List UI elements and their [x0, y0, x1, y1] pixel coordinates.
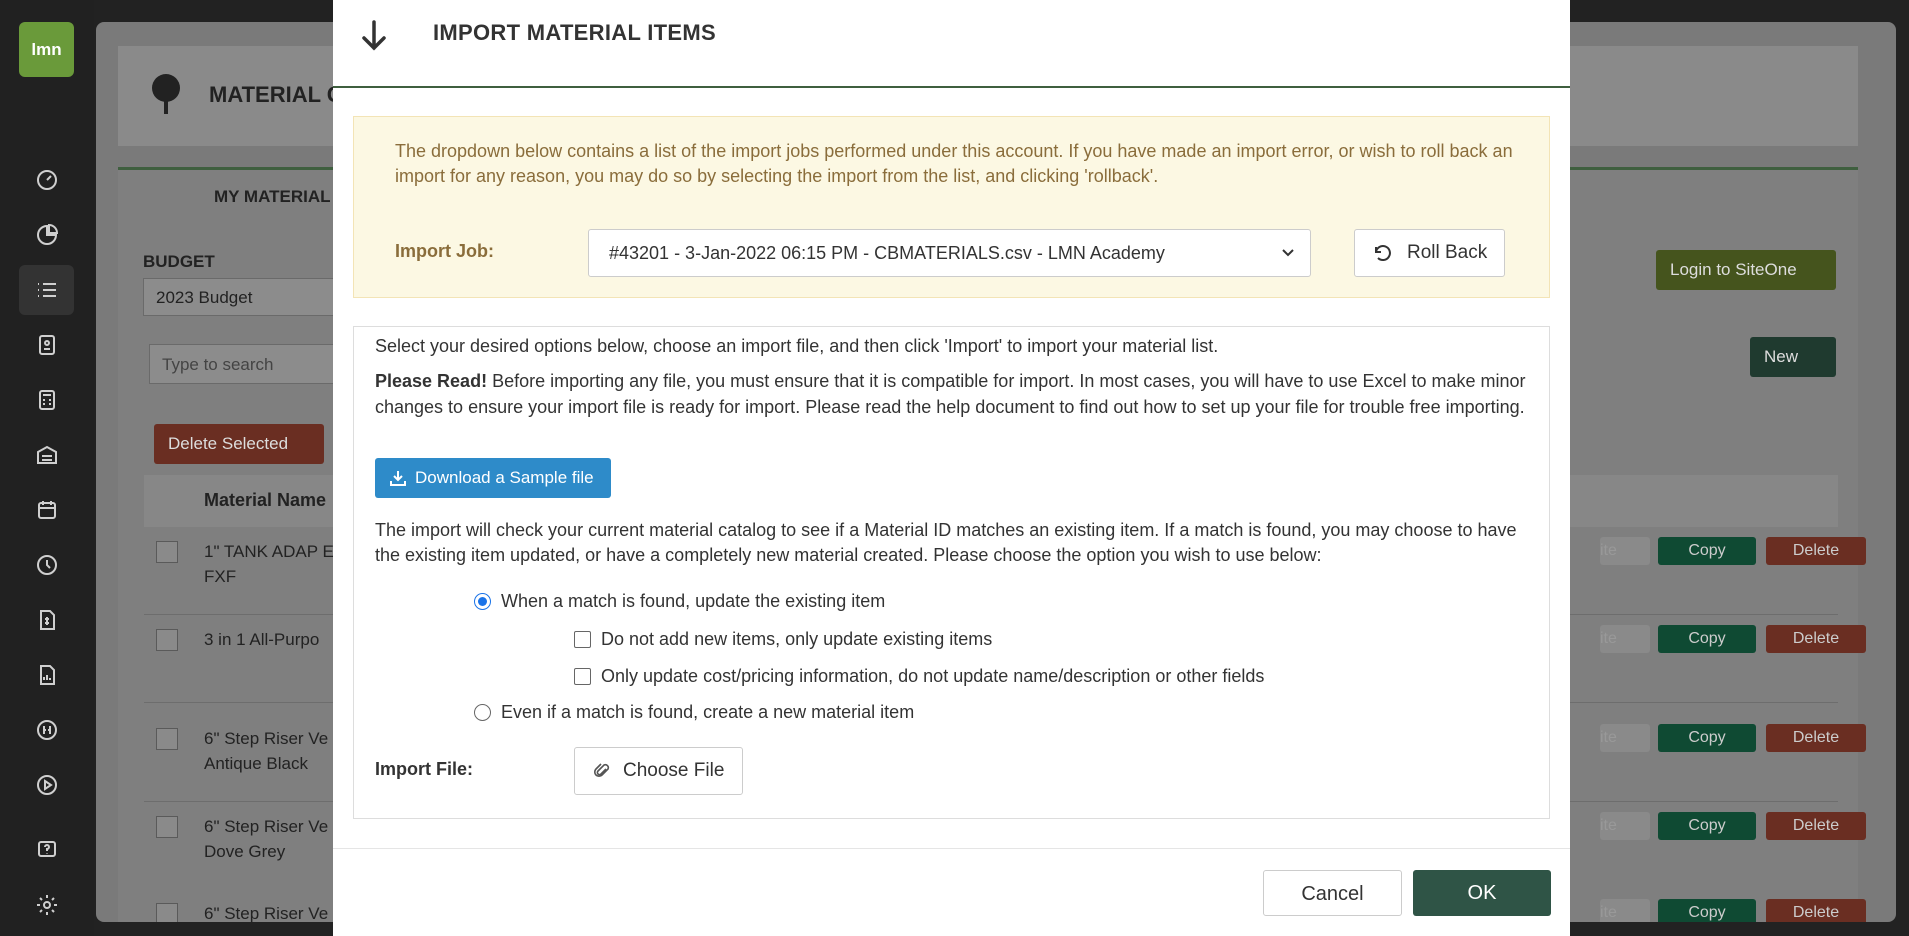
- download-sample-label: Download a Sample file: [415, 468, 594, 487]
- copy-button[interactable]: Copy: [1658, 899, 1756, 922]
- import-intro-text: Select your desired options below, choos…: [375, 336, 1219, 356]
- no-new-items-checkbox[interactable]: [574, 631, 591, 648]
- material-name: 6" Step Riser Ve Antique Black: [204, 729, 329, 773]
- cancel-button[interactable]: Cancel: [1263, 870, 1402, 916]
- option-cost-only-label: Only update cost/pricing information, do…: [601, 666, 1265, 686]
- invoice-icon[interactable]: [19, 595, 74, 645]
- column-material-name[interactable]: Material Name: [204, 490, 326, 511]
- option-no-new-items[interactable]: Do not add new items, only update existi…: [574, 629, 992, 650]
- copy-button[interactable]: Copy: [1658, 812, 1756, 840]
- help-icon[interactable]: [19, 825, 74, 875]
- row-checkbox[interactable]: [156, 728, 178, 750]
- import-options-panel: Select your desired options below, choos…: [353, 326, 1550, 819]
- option-create-new-label: Even if a match is found, create a new m…: [501, 702, 915, 722]
- rollback-panel: The dropdown below contains a list of th…: [353, 116, 1550, 298]
- please-read-body: Before importing any file, you must ensu…: [375, 371, 1526, 417]
- edit-button[interactable]: ite: [1600, 724, 1650, 752]
- update-existing-radio[interactable]: [474, 593, 491, 610]
- copy-button[interactable]: Copy: [1658, 724, 1756, 752]
- import-job-label: Import Job:: [395, 241, 494, 261]
- row-checkbox[interactable]: [156, 629, 178, 651]
- clock-icon[interactable]: [19, 540, 74, 590]
- clipboard-icon[interactable]: [19, 320, 74, 370]
- lmn-logo[interactable]: lmn: [19, 22, 74, 77]
- modal-footer: Cancel OK: [333, 848, 1570, 936]
- list-icon[interactable]: [19, 265, 74, 315]
- please-read-bold: Please Read!: [375, 371, 488, 391]
- download-sample-button[interactable]: Download a Sample file: [375, 458, 611, 498]
- import-job-value: #43201 - 3-Jan-2022 06:15 PM - CBMATERIA…: [609, 243, 1165, 263]
- choose-file-label: Choose File: [623, 760, 725, 781]
- calendar-icon[interactable]: [19, 485, 74, 535]
- copy-button[interactable]: Copy: [1658, 537, 1756, 565]
- budget-label: BUDGET: [143, 252, 215, 271]
- calculator-icon[interactable]: [19, 375, 74, 425]
- row-checkbox[interactable]: [156, 541, 178, 563]
- choose-file-button[interactable]: Choose File: [574, 747, 743, 795]
- delete-button[interactable]: Delete: [1766, 724, 1866, 752]
- delete-selected-button[interactable]: Delete Selected: [154, 424, 324, 464]
- option-update-label: When a match is found, update the existi…: [501, 591, 886, 611]
- edit-button[interactable]: ite: [1600, 899, 1650, 922]
- play-icon[interactable]: [19, 760, 74, 810]
- delete-button[interactable]: Delete: [1766, 812, 1866, 840]
- tree-icon: [152, 74, 180, 114]
- sidebar: lmn: [0, 0, 94, 936]
- modal-title: IMPORT MATERIAL ITEMS: [433, 20, 716, 45]
- import-file-label: Import File:: [375, 759, 473, 779]
- option-cost-only[interactable]: Only update cost/pricing information, do…: [574, 666, 1264, 687]
- option-no-new-label: Do not add new items, only update existi…: [601, 629, 993, 649]
- new-button[interactable]: New: [1750, 337, 1836, 377]
- rollback-info-text: The dropdown below contains a list of th…: [395, 141, 1513, 186]
- modal-header: IMPORT MATERIAL ITEMS: [333, 0, 1570, 88]
- please-read-text: Please Read! Before importing any file, …: [375, 368, 1535, 420]
- undo-icon: [1375, 245, 1391, 261]
- tab-my-materials[interactable]: MY MATERIAL: [214, 187, 330, 207]
- delete-button[interactable]: Delete: [1766, 899, 1866, 922]
- edit-button[interactable]: ite: [1600, 625, 1650, 653]
- warehouse-icon[interactable]: [19, 430, 74, 480]
- delete-button[interactable]: Delete: [1766, 537, 1866, 565]
- material-name: 1" TANK ADAP E FXF: [204, 542, 334, 586]
- edit-button[interactable]: ite: [1600, 537, 1650, 565]
- material-name: 3 in 1 All-Purpo: [204, 630, 320, 649]
- gear-icon[interactable]: [19, 880, 74, 930]
- cost-only-checkbox[interactable]: [574, 668, 591, 685]
- material-name: 6" Step Riser Ve Dove Grey: [204, 817, 329, 861]
- delete-button[interactable]: Delete: [1766, 625, 1866, 653]
- row-checkbox[interactable]: [156, 903, 178, 922]
- quickbooks-icon[interactable]: [19, 705, 74, 755]
- arrow-down-icon: [362, 20, 386, 51]
- create-new-radio[interactable]: [474, 704, 491, 721]
- copy-button[interactable]: Copy: [1658, 625, 1756, 653]
- match-info-text: The import will check your current mater…: [375, 520, 1517, 565]
- pie-chart-icon[interactable]: [19, 210, 74, 260]
- edit-button[interactable]: ite: [1600, 812, 1650, 840]
- report-icon[interactable]: [19, 650, 74, 700]
- ok-button[interactable]: OK: [1413, 870, 1551, 916]
- page-title: MATERIAL C: [209, 82, 343, 107]
- roll-back-button[interactable]: Roll Back: [1354, 229, 1505, 277]
- download-icon: [390, 471, 406, 486]
- chevron-down-icon: [1282, 249, 1294, 257]
- roll-back-label: Roll Back: [1407, 242, 1488, 263]
- paperclip-icon: [593, 763, 610, 778]
- option-update-existing[interactable]: When a match is found, update the existi…: [474, 591, 885, 612]
- dashboard-icon[interactable]: [19, 155, 74, 205]
- import-modal: IMPORT MATERIAL ITEMS The dropdown below…: [333, 0, 1570, 936]
- option-create-new[interactable]: Even if a match is found, create a new m…: [474, 702, 914, 723]
- material-name: 6" Step Riser Ve: [204, 904, 329, 922]
- import-job-select[interactable]: #43201 - 3-Jan-2022 06:15 PM - CBMATERIA…: [588, 229, 1311, 277]
- login-siteone-button[interactable]: Login to SiteOne: [1656, 250, 1836, 290]
- row-checkbox[interactable]: [156, 816, 178, 838]
